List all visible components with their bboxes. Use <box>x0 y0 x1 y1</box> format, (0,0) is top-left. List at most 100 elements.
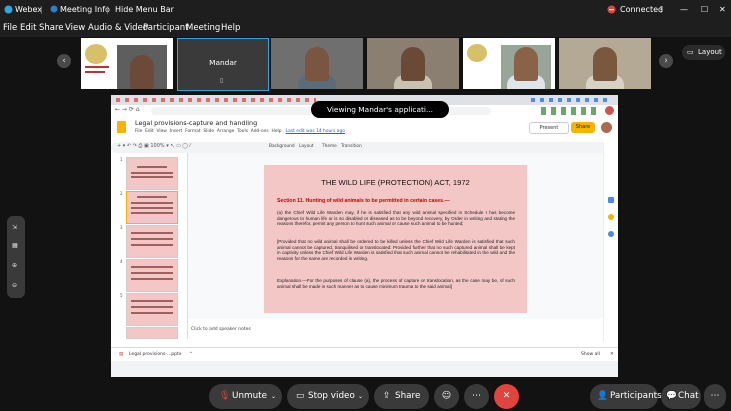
zoom-in-icon[interactable]: ⊕ <box>12 262 17 269</box>
current-slide[interactable]: THE WILD LIFE (PROTECTION) ACT, 1972 Sec… <box>264 165 527 313</box>
keep-icon[interactable] <box>608 214 614 220</box>
more-options-button[interactable]: ⋯ <box>464 384 489 409</box>
doc-menu-insert[interactable]: Insert <box>170 129 183 134</box>
unmute-button[interactable]: 🎙 Unmute ⌄ <box>209 384 282 409</box>
stop-video-button[interactable]: ▭ Stop video ⌄ <box>287 384 369 409</box>
close-icon: ✕ <box>502 391 511 401</box>
profile-avatar[interactable] <box>605 106 614 115</box>
zoom-out-icon[interactable]: ⊖ <box>12 282 17 289</box>
doc-menu-view[interactable]: View <box>156 129 166 134</box>
document-header: Legal provisions-capture and handling Fi… <box>111 117 618 137</box>
chevron-down-icon[interactable]: ⌄ <box>358 384 363 409</box>
download-file-name[interactable]: Legal provisions-...pptx <box>129 352 181 357</box>
microphone-muted-icon: 🎙 <box>219 391 231 401</box>
doc-menu-slide[interactable]: Slide <box>203 129 214 134</box>
present-button[interactable]: Present <box>529 122 569 134</box>
close-window-button[interactable]: ✕ <box>719 5 726 14</box>
slide-number: 2 <box>120 191 123 196</box>
doc-menu-format[interactable]: Format <box>185 129 200 134</box>
reactions-button[interactable]: ☺ <box>434 384 459 409</box>
chat-label: Chat <box>678 391 699 401</box>
download-options-icon[interactable]: ^ <box>189 352 193 357</box>
tasks-icon[interactable] <box>608 231 614 237</box>
next-participants-button[interactable]: › <box>659 54 673 68</box>
slide-thumbnail[interactable] <box>126 157 178 190</box>
slide-thumbnail[interactable] <box>126 327 178 339</box>
close-downloads-icon[interactable]: ✕ <box>610 352 614 357</box>
slide-number: 3 <box>120 225 123 230</box>
downloads-bar: ▤ Legal provisions-...pptx ^ Show all ✕ <box>111 347 618 362</box>
browser-tab-icons[interactable] <box>531 98 611 102</box>
participant-tile[interactable] <box>81 38 173 89</box>
doc-menu-file[interactable]: File <box>135 129 142 134</box>
document-title[interactable]: Legal provisions-capture and handling <box>135 119 257 127</box>
thumb-line <box>137 166 167 168</box>
video-feed <box>117 45 167 89</box>
leave-meeting-button[interactable]: ✕ <box>494 384 519 409</box>
doc-menu-addons[interactable]: Add-ons <box>251 129 269 134</box>
share-button[interactable]: ⇪ Share <box>374 384 429 409</box>
menu-file[interactable]: File <box>3 23 17 33</box>
minimize-button[interactable]: — <box>680 5 688 14</box>
doc-user-avatar[interactable] <box>601 122 612 133</box>
os-taskbar <box>111 361 618 377</box>
smiley-icon: ☺ <box>441 391 452 401</box>
menu-view[interactable]: View <box>65 23 85 33</box>
hide-menu-bar-button[interactable]: Hide Menu Bar <box>115 5 174 14</box>
toolbar-icons[interactable]: + ▾ ↶ ↷ ⎙ ▣ 100% ▾ ↖ ▭ ◯ ⁄ <box>117 143 190 149</box>
toolbar-background[interactable]: Background <box>269 144 295 149</box>
last-edit-link[interactable]: Last edit was 14 hours ago <box>286 129 345 134</box>
browser-nav-icons[interactable]: ← → ⟳ ⌂ <box>115 106 140 113</box>
meeting-info-button[interactable]: Meeting Info <box>60 5 110 14</box>
participant-strip: ‹ Mandar ▯ › ▭ Layout <box>0 37 731 95</box>
browser-extension-icons[interactable] <box>541 107 601 115</box>
maximize-button[interactable]: ☐ <box>701 5 708 14</box>
more-options-icon[interactable]: ⋮ <box>657 5 665 14</box>
fit-icon[interactable]: ▦ <box>12 242 18 249</box>
speaker-notes[interactable]: Click to add speaker notes <box>188 323 603 337</box>
participants-button[interactable]: 👤 Participants <box>590 384 662 409</box>
participant-name: Mandar <box>209 58 237 67</box>
doc-menu-help[interactable]: Help <box>272 129 282 134</box>
menu-meeting[interactable]: Meeting <box>186 23 220 33</box>
annotation-toolbar: ⇲ ▦ ⊕ ⊖ <box>7 216 25 298</box>
pointer-icon[interactable]: ⇲ <box>12 224 17 231</box>
doc-share-button[interactable]: Share <box>571 122 595 133</box>
slide-number: 5 <box>120 293 123 298</box>
participant-tile[interactable] <box>271 38 363 89</box>
participant-tile-active[interactable]: Mandar ▯ <box>177 38 269 91</box>
chat-icon: 💬 <box>666 391 677 401</box>
slide-thumbnail[interactable] <box>126 225 178 258</box>
menu-help[interactable]: Help <box>221 23 240 33</box>
chat-button[interactable]: 💬 Chat <box>661 384 701 409</box>
participant-tile[interactable] <box>463 38 555 89</box>
layout-button[interactable]: ▭ Layout <box>682 45 725 60</box>
participant-tile[interactable] <box>367 38 459 89</box>
doc-menu-tools[interactable]: Tools <box>237 129 248 134</box>
video-feed <box>501 45 551 89</box>
menu-participant[interactable]: Participant <box>143 23 189 33</box>
doc-menu-arrange[interactable]: Arrange <box>217 129 235 134</box>
show-all-link[interactable]: Show all <box>581 352 600 357</box>
toolbar-theme[interactable]: Theme <box>322 144 337 149</box>
slide-thumbnail[interactable] <box>126 259 178 292</box>
doc-menu-edit[interactable]: Edit <box>145 129 154 134</box>
participants-icon: 👤 <box>597 391 608 401</box>
previous-participants-button[interactable]: ‹ <box>57 54 71 68</box>
slide-thumbnail-selected[interactable] <box>126 191 178 224</box>
menu-audio-video[interactable]: Audio & Video <box>88 23 148 33</box>
participant-face <box>130 55 154 89</box>
toolbar-transition[interactable]: Transition <box>341 144 362 149</box>
calendar-icon[interactable] <box>608 197 614 203</box>
browser-tab-icons[interactable] <box>116 98 316 102</box>
menu-edit[interactable]: Edit <box>20 23 36 33</box>
slide-thumbnail[interactable] <box>126 293 178 326</box>
toolbar-layout[interactable]: Layout <box>299 144 314 149</box>
menu-share[interactable]: Share <box>39 23 64 33</box>
more-panels-button[interactable]: ⋯ <box>704 384 726 409</box>
chevron-down-icon[interactable]: ⌄ <box>271 384 276 409</box>
unmute-label: Unmute <box>232 391 268 401</box>
webex-logo-icon <box>4 5 13 16</box>
slides-toolbar: + ▾ ↶ ↷ ⎙ ▣ 100% ▾ ↖ ▭ ◯ ⁄ Background La… <box>111 142 607 153</box>
participant-tile[interactable] <box>559 38 651 89</box>
